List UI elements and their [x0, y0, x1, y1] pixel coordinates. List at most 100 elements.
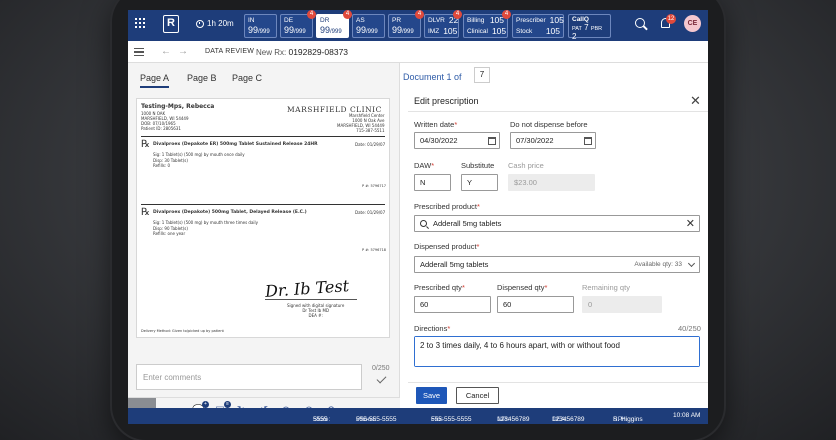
queue-tab-dr[interactable]: DR 99/999 4	[316, 10, 352, 38]
top-bar: R 1h 20m IN 99/999 DE 99/999 4 DR 99/999…	[128, 10, 708, 41]
remaining-qty-input	[583, 297, 661, 312]
timer-text: 1h 20m	[207, 19, 234, 28]
queue-group-billing-clinical[interactable]: Billing 105 Clinical 105 4	[463, 10, 511, 38]
queue-row-stock[interactable]: Stock 105	[513, 26, 563, 37]
search-icon[interactable]	[635, 18, 645, 28]
status-bar: Store: 5555 Phone: 555-555-5555 Fax: 555…	[128, 408, 708, 424]
check-icon[interactable]	[376, 373, 387, 384]
cancel-button[interactable]: Cancel	[456, 387, 499, 404]
comment-input[interactable]	[137, 365, 361, 389]
queue-tab-de[interactable]: DE 99/999 4	[280, 10, 316, 38]
notification-badge: 4	[415, 10, 424, 19]
scan-divider	[141, 136, 385, 137]
queue-tab-in[interactable]: IN 99/999	[244, 14, 277, 38]
handwritten-signature: Dr. Ib Test	[264, 276, 350, 301]
queue-row-clinical[interactable]: Clinical 105	[464, 26, 507, 37]
session-timer: 1h 20m	[196, 19, 234, 28]
prescribed-qty-input[interactable]	[415, 297, 490, 312]
substitute-input[interactable]	[462, 175, 497, 190]
comment-char-count: 0/250	[372, 365, 390, 372]
scan-delivery-note: Delivery Method: Given to/picked up by p…	[141, 329, 224, 333]
menu-icon[interactable]	[134, 48, 144, 56]
scan-rx2-sig: Sig: 1 Tablet(s) (500 mg) by mouth three…	[153, 220, 259, 236]
app-launcher-icon[interactable]	[135, 18, 145, 28]
remaining-qty-field	[582, 296, 662, 313]
clock-icon	[196, 19, 204, 28]
dnd-date-input[interactable]	[511, 133, 595, 148]
cash-price-input	[509, 175, 594, 190]
queue-tab-pr[interactable]: PR 99/999 4	[388, 10, 424, 38]
notification-count-badge: 12	[666, 14, 676, 24]
save-button[interactable]: Save	[416, 387, 447, 404]
notification-badge: 4	[453, 10, 462, 19]
queue-tab-as[interactable]: AS 99/999	[352, 14, 385, 38]
prescribed-product-field[interactable]: ✕	[414, 215, 700, 232]
scan-rx2-drug: Divalproex (Depakote) 500mg Tablet, Dela…	[153, 210, 307, 215]
user-avatar[interactable]: CE	[684, 15, 701, 32]
prescribed-product-label: Prescribed product*	[414, 202, 480, 211]
search-icon	[420, 220, 427, 227]
directions-char-count: 40/250	[678, 324, 701, 333]
clear-icon[interactable]: ✕	[686, 217, 695, 231]
page-title: DATA REVIEW	[205, 48, 255, 55]
queue-row-imz[interactable]: IMZ 105	[425, 26, 458, 37]
prescribed-qty-field[interactable]	[414, 296, 491, 313]
calendar-icon[interactable]	[488, 137, 496, 145]
dispensed-qty-input[interactable]	[498, 297, 573, 312]
queue-group-dlvr-imz[interactable]: DLVR 22 IMZ 105 4	[424, 10, 462, 38]
forward-arrow-icon[interactable]: →	[178, 46, 188, 57]
written-date-input[interactable]	[415, 133, 499, 148]
rx-symbol: ℞	[141, 207, 150, 218]
queue-row-prescriber[interactable]: Prescriber 105	[513, 15, 564, 26]
scan-patient-address: 1000 N OAK MARSHFIELD, WI 54449 DOB: 07/…	[141, 111, 189, 131]
back-arrow-icon[interactable]: ←	[161, 46, 171, 57]
calendar-icon[interactable]	[584, 137, 592, 145]
close-icon[interactable]: ✕	[690, 94, 701, 107]
dispensed-product-select[interactable]: Available qty: 33	[414, 256, 700, 273]
scan-clinic-address: Marshfield Center 1000 N Oak Ave MARSHFI…	[337, 113, 385, 133]
queue-group-prescriber-stock[interactable]: Prescriber 105 Stock 105	[512, 14, 564, 38]
scan-rx1-drug: Divalproex (Depakote ER) 500mg Tablet Su…	[153, 142, 318, 147]
scan-rx1-sig: Sig: 1 Tablet(s) (500 mg) by mouth once …	[153, 152, 245, 168]
prescribed-qty-label: Prescribed qty*	[414, 283, 465, 292]
notification-badge: 4	[343, 10, 352, 19]
daw-field[interactable]	[414, 174, 451, 191]
daw-input[interactable]	[415, 175, 450, 190]
directions-field[interactable]: 2 to 3 times daily, 4 to 6 hours apart, …	[414, 336, 700, 367]
substitute-field[interactable]	[461, 174, 498, 191]
queue-row-billing[interactable]: Billing 105	[464, 15, 507, 26]
scan-patient-name: Testing-Mps, Rebecca	[141, 103, 215, 110]
cash-price-field	[508, 174, 595, 191]
available-qty: Available qty: 33	[634, 261, 682, 268]
substitute-label: Substitute	[461, 161, 495, 170]
rx-identifier: New Rx: 0192829-08373	[256, 47, 349, 57]
tab-page-a[interactable]: Page A	[140, 73, 170, 88]
rx-symbol: ℞	[141, 139, 150, 150]
scan-rx2-pnum: P #: 5796718	[362, 248, 387, 252]
directions-label: Directions*	[414, 324, 451, 333]
document-counter-label: Document 1 of	[403, 72, 462, 82]
edit-header: Edit prescription ✕	[408, 90, 708, 112]
dispensed-qty-label: Dispensed qty*	[497, 283, 548, 292]
tab-page-b[interactable]: Page B	[187, 73, 217, 83]
dnd-label: Do not dispense before	[510, 120, 588, 129]
callq-widget[interactable]: CallQ PAT 7 PBR 2	[568, 14, 611, 41]
prescription-scan: Testing-Mps, Rebecca 1000 N OAK MARSHFIE…	[136, 98, 390, 338]
comment-box[interactable]	[136, 364, 362, 390]
directions-input[interactable]: 2 to 3 times daily, 4 to 6 hours apart, …	[415, 337, 699, 366]
tab-page-c[interactable]: Page C	[232, 73, 262, 83]
written-date-label: Written date*	[414, 120, 458, 129]
remaining-qty-label: Remaining qty	[582, 283, 630, 292]
prescribed-product-input[interactable]	[415, 216, 699, 231]
edit-title: Edit prescription	[414, 96, 479, 106]
dnd-date-field[interactable]	[510, 132, 596, 149]
document-panel: Page A Page B Page C Testing-Mps, Rebecc…	[128, 63, 400, 424]
notification-badge: 4	[502, 10, 511, 19]
app-logo[interactable]: R	[163, 15, 179, 33]
dispensed-qty-field[interactable]	[497, 296, 574, 313]
form-actions: Save Cancel	[408, 382, 708, 410]
daw-label: DAW*	[414, 161, 435, 170]
written-date-field[interactable]	[414, 132, 500, 149]
app-screen: R 1h 20m IN 99/999 DE 99/999 4 DR 99/999…	[128, 10, 708, 424]
document-number-field[interactable]: 7	[474, 67, 490, 83]
